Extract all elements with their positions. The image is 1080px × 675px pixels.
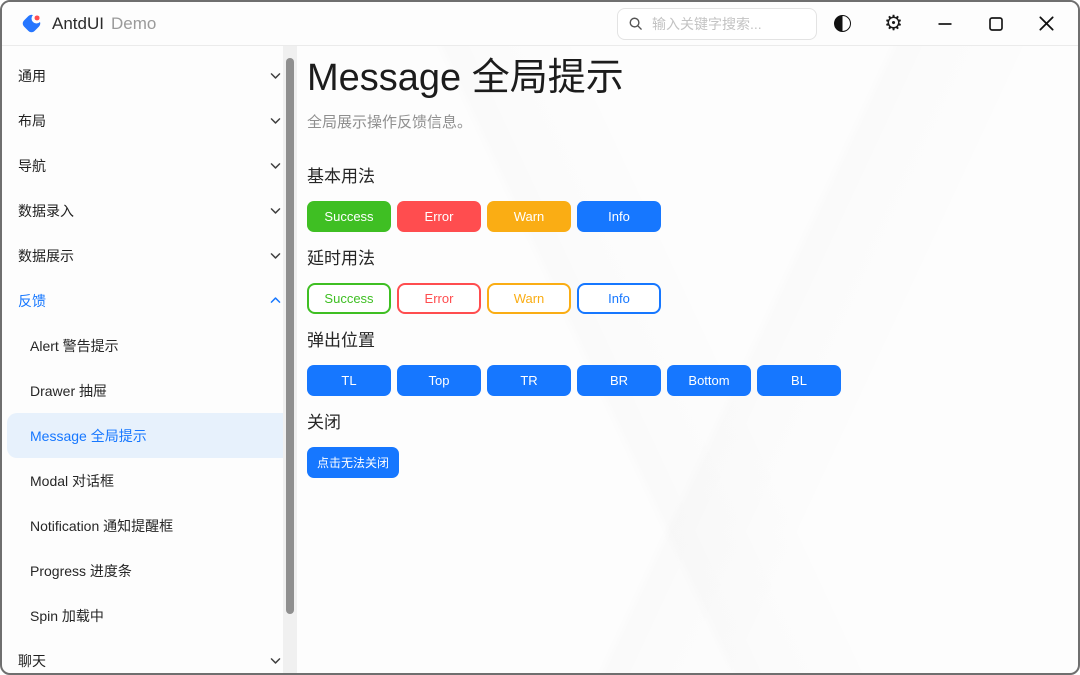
sidebar-item-spin[interactable]: Spin 加载中 <box>2 593 298 638</box>
app-subtitle: Demo <box>111 14 156 34</box>
sidebar-item-data-entry[interactable]: 数据录入 <box>2 188 298 233</box>
section-heading-delay: 延时用法 <box>307 244 1054 269</box>
delay-success-button[interactable]: Success <box>307 283 391 314</box>
chevron-down-icon <box>269 204 282 217</box>
sidebar-subitem-label: Notification 通知提醒框 <box>30 516 173 536</box>
maximize-button[interactable] <box>970 2 1021 46</box>
sidebar-subitem-label: Drawer 抽屉 <box>30 381 107 401</box>
titlebar: AntdUI Demo ⚙ <box>2 2 1078 46</box>
chevron-down-icon <box>269 654 282 667</box>
position-button-row: TL Top TR BR Bottom BL <box>307 365 1054 396</box>
close-icon <box>1038 15 1055 32</box>
message-success-button[interactable]: Success <box>307 201 391 232</box>
chevron-up-icon <box>269 294 282 307</box>
app-title: AntdUI <box>52 14 104 34</box>
delay-usage-button-row: Success Error Warn Info <box>307 283 1054 314</box>
minimize-button[interactable] <box>919 2 970 46</box>
close-button-row: 点击无法关闭 <box>307 447 1054 478</box>
position-tl-button[interactable]: TL <box>307 365 391 396</box>
minimize-icon <box>937 16 953 32</box>
app-window: AntdUI Demo ⚙ <box>0 0 1080 675</box>
sidebar-subitem-label: Alert 警告提示 <box>30 336 119 356</box>
sidebar-item-general[interactable]: 通用 <box>2 53 298 98</box>
sidebar-item-drawer[interactable]: Drawer 抽屉 <box>2 368 298 413</box>
basic-usage-button-row: Success Error Warn Info <box>307 201 1054 232</box>
cannot-close-button[interactable]: 点击无法关闭 <box>307 447 399 478</box>
settings-button[interactable]: ⚙ <box>868 2 919 46</box>
sidebar-item-feedback[interactable]: 反馈 <box>2 278 298 323</box>
sidebar-item-navigation[interactable]: 导航 <box>2 143 298 188</box>
delay-error-button[interactable]: Error <box>397 283 481 314</box>
sidebar-item-label: 布局 <box>18 111 269 131</box>
sidebar-item-label: 聊天 <box>18 651 269 671</box>
position-tr-button[interactable]: TR <box>487 365 571 396</box>
sidebar-item-label: 数据展示 <box>18 246 269 266</box>
page-subtitle: 全局展示操作反馈信息。 <box>307 111 1054 132</box>
chevron-down-icon <box>269 249 282 262</box>
sidebar-item-notification[interactable]: Notification 通知提醒框 <box>2 503 298 548</box>
message-warn-button[interactable]: Warn <box>487 201 571 232</box>
sidebar-item-label: 反馈 <box>18 291 269 311</box>
message-info-button[interactable]: Info <box>577 201 661 232</box>
sidebar-item-label: 通用 <box>18 66 269 86</box>
sidebar-item-modal[interactable]: Modal 对话框 <box>2 458 298 503</box>
chevron-down-icon <box>269 114 282 127</box>
sidebar-subitem-label: Progress 进度条 <box>30 561 132 581</box>
sidebar-scrollbar-thumb[interactable] <box>286 58 294 614</box>
sidebar-subitem-label: Message 全局提示 <box>30 426 147 446</box>
sidebar: 通用 布局 导航 数据录入 数据展示 反馈 <box>2 46 298 673</box>
sidebar-item-layout[interactable]: 布局 <box>2 98 298 143</box>
section-heading-basic: 基本用法 <box>307 162 1054 187</box>
main-area: 通用 布局 导航 数据录入 数据展示 反馈 <box>2 46 1078 673</box>
sidebar-item-chat[interactable]: 聊天 <box>2 638 298 675</box>
maximize-icon <box>988 16 1004 32</box>
sidebar-item-alert[interactable]: Alert 警告提示 <box>2 323 298 368</box>
page-title: Message 全局提示 <box>307 56 1054 102</box>
sidebar-subitem-label: Modal 对话框 <box>30 471 114 491</box>
sidebar-subitem-label: Spin 加载中 <box>30 606 104 626</box>
position-top-button[interactable]: Top <box>397 365 481 396</box>
gear-icon: ⚙ <box>884 13 903 34</box>
section-heading-close: 关闭 <box>307 408 1054 433</box>
content-panel: Message 全局提示 全局展示操作反馈信息。 基本用法 Success Er… <box>298 46 1078 673</box>
delay-info-button[interactable]: Info <box>577 283 661 314</box>
position-bottom-button[interactable]: Bottom <box>667 365 751 396</box>
section-heading-position: 弹出位置 <box>307 326 1054 351</box>
sidebar-item-label: 数据录入 <box>18 201 269 221</box>
sidebar-item-message[interactable]: Message 全局提示 <box>7 413 293 458</box>
chevron-down-icon <box>269 159 282 172</box>
delay-warn-button[interactable]: Warn <box>487 283 571 314</box>
position-br-button[interactable]: BR <box>577 365 661 396</box>
sidebar-item-label: 导航 <box>18 156 269 176</box>
close-button[interactable] <box>1021 2 1072 46</box>
sidebar-item-progress[interactable]: Progress 进度条 <box>2 548 298 593</box>
theme-toggle-button[interactable] <box>817 2 868 46</box>
sidebar-scrollbar-track[interactable] <box>283 46 297 673</box>
message-error-button[interactable]: Error <box>397 201 481 232</box>
app-logo-icon <box>20 12 43 35</box>
search-icon <box>628 16 643 31</box>
position-bl-button[interactable]: BL <box>757 365 841 396</box>
theme-toggle-icon <box>834 15 851 32</box>
chevron-down-icon <box>269 69 282 82</box>
search-input[interactable] <box>650 15 806 33</box>
search-box[interactable] <box>617 8 817 40</box>
sidebar-item-data-display[interactable]: 数据展示 <box>2 233 298 278</box>
